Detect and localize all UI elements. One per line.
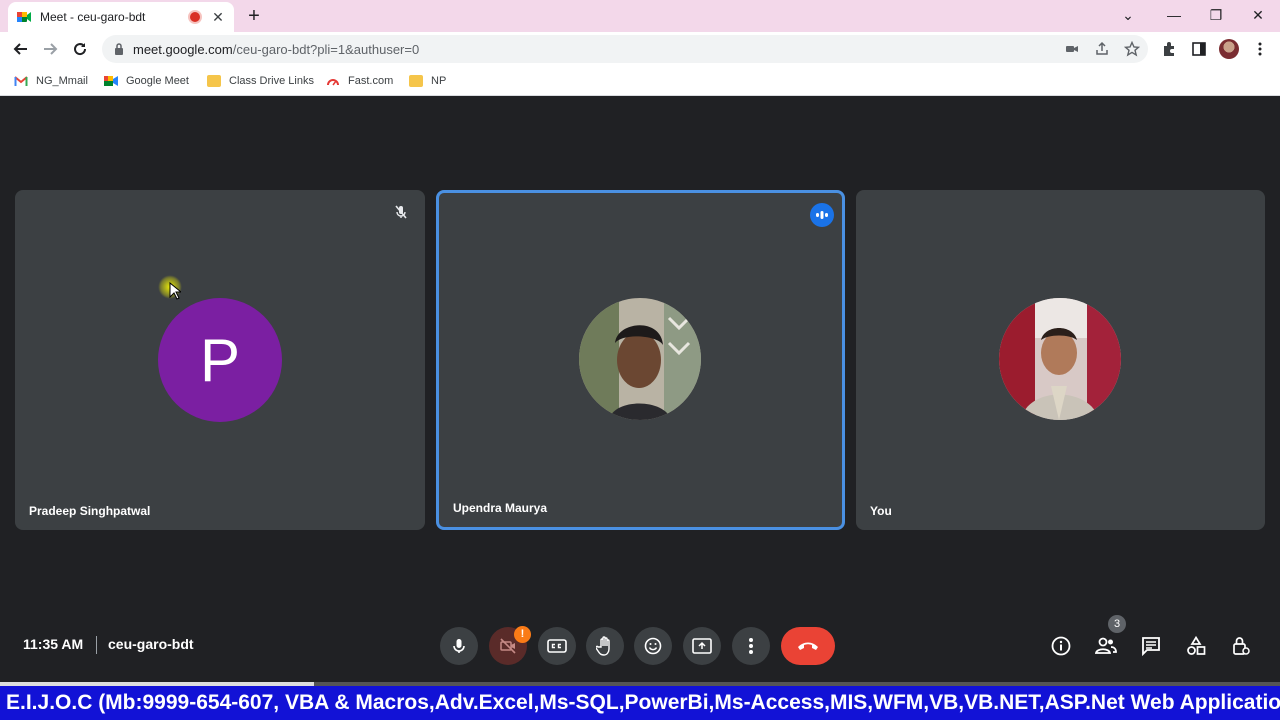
profile-avatar[interactable] xyxy=(1219,39,1239,59)
camera-in-use-icon[interactable] xyxy=(1064,41,1080,57)
participant-name: Upendra Maurya xyxy=(453,501,548,515)
muted-mic-icon xyxy=(389,200,413,224)
more-options-button[interactable] xyxy=(732,627,770,665)
activities-button[interactable] xyxy=(1183,633,1209,659)
bookmark-item[interactable]: Fast.com xyxy=(326,72,393,90)
bookmark-item[interactable]: NG_Mmail xyxy=(14,72,88,90)
speaking-indicator-icon xyxy=(810,203,834,227)
url-host: meet.google.com xyxy=(133,42,233,57)
minimize-button[interactable]: — xyxy=(1154,2,1194,28)
participant-avatar: P xyxy=(158,298,282,422)
url-text: meet.google.com/ceu-garo-bdt?pli=1&authu… xyxy=(133,42,419,57)
present-screen-icon xyxy=(692,638,712,654)
folder-icon xyxy=(409,75,423,87)
divider xyxy=(96,636,97,654)
chat-button[interactable] xyxy=(1138,633,1164,659)
forward-arrow-icon xyxy=(44,43,58,55)
kebab-menu-icon[interactable] xyxy=(1252,41,1268,57)
address-bar[interactable]: meet.google.com/ceu-garo-bdt?pli=1&authu… xyxy=(102,35,1148,63)
activities-shapes-icon xyxy=(1187,636,1206,655)
restore-button[interactable]: ❐ xyxy=(1196,2,1236,28)
meeting-time: 11:35 AM xyxy=(23,636,84,652)
bookmark-label: Class Drive Links xyxy=(229,75,314,87)
lock-icon xyxy=(115,43,123,55)
people-button[interactable] xyxy=(1093,633,1119,659)
people-icon xyxy=(1095,637,1117,654)
speed-icon xyxy=(327,79,339,86)
microphone-button[interactable] xyxy=(440,627,478,665)
end-call-icon xyxy=(798,642,818,650)
participant-tile[interactable]: P Pradeep Singhpatwal xyxy=(15,190,425,530)
forward-button[interactable] xyxy=(37,36,63,62)
new-tab-button[interactable]: + xyxy=(244,4,264,28)
reload-button[interactable] xyxy=(67,36,93,62)
participant-tile-active[interactable]: Upendra Maurya xyxy=(436,190,845,530)
bookmark-label: NG_Mmail xyxy=(36,75,88,87)
tab-search-chevron-icon[interactable]: ⌄ xyxy=(1108,2,1148,28)
meet-icon xyxy=(104,76,118,86)
raise-hand-button[interactable] xyxy=(586,627,624,665)
closed-captions-icon xyxy=(547,639,567,653)
folder-icon xyxy=(207,75,221,87)
browser-tab[interactable]: Meet - ceu-garo-bdt ✕ xyxy=(8,2,234,32)
host-lock-icon xyxy=(1233,637,1250,655)
share-icon[interactable] xyxy=(1094,41,1110,57)
bookmark-label: Fast.com xyxy=(348,75,394,87)
close-window-button[interactable]: ✕ xyxy=(1238,2,1278,28)
gmail-icon xyxy=(14,76,28,86)
bookmark-label: Google Meet xyxy=(126,75,189,87)
self-photo xyxy=(999,298,1121,420)
more-vert-icon xyxy=(749,638,753,654)
back-arrow-icon xyxy=(13,43,27,55)
bookmark-star-icon[interactable] xyxy=(1124,41,1140,57)
chat-icon xyxy=(1142,637,1160,656)
recording-indicator-icon xyxy=(190,12,200,22)
captions-button[interactable] xyxy=(538,627,576,665)
participant-name: You xyxy=(870,504,892,518)
scrolling-banner: E.I.J.O.C (Mb:9999-654-607, VBA & Macros… xyxy=(0,686,1280,720)
url-path: /ceu-garo-bdt?pli=1&authuser=0 xyxy=(232,42,420,57)
bookmarks-bar: NG_Mmail Google Meet Class Drive Links F… xyxy=(0,66,1280,96)
bookmark-item[interactable]: Class Drive Links xyxy=(207,72,314,90)
bookmark-label: NP xyxy=(431,75,447,87)
browser-toolbar: meet.google.com/ceu-garo-bdt?pli=1&authu… xyxy=(0,32,1280,66)
tab-close-icon[interactable]: ✕ xyxy=(210,9,226,26)
info-icon xyxy=(1051,636,1071,656)
camera-warning-badge: ! xyxy=(514,626,531,643)
tab-strip: Meet - ceu-garo-bdt ✕ + ⌄ — ❐ ✕ xyxy=(0,0,1280,32)
participant-name: Pradeep Singhpatwal xyxy=(29,504,151,518)
participant-count-badge: 3 xyxy=(1108,615,1126,633)
bookmark-item[interactable]: Google Meet xyxy=(104,72,189,90)
mouse-pointer-icon xyxy=(169,282,181,300)
present-screen-button[interactable] xyxy=(683,627,721,665)
host-controls-button[interactable] xyxy=(1228,633,1254,659)
bookmark-item[interactable]: NP xyxy=(409,72,446,90)
reload-icon xyxy=(74,43,87,56)
tab-title: Meet - ceu-garo-bdt xyxy=(40,10,146,24)
meeting-code: ceu-garo-bdt xyxy=(108,636,194,652)
microphone-icon xyxy=(453,639,465,653)
extensions-puzzle-icon[interactable] xyxy=(1161,41,1177,57)
meet-favicon-icon xyxy=(17,12,31,22)
leave-call-button[interactable] xyxy=(781,627,835,665)
side-panel-icon[interactable] xyxy=(1191,41,1207,57)
meeting-details-button[interactable] xyxy=(1048,633,1074,659)
participant-photo xyxy=(579,298,701,420)
emoji-smile-icon xyxy=(644,637,662,655)
participant-tile-self[interactable]: You xyxy=(856,190,1265,530)
camera-off-icon xyxy=(500,638,516,654)
raise-hand-icon xyxy=(596,636,610,656)
back-button[interactable] xyxy=(8,36,34,62)
emoji-reaction-button[interactable] xyxy=(634,627,672,665)
